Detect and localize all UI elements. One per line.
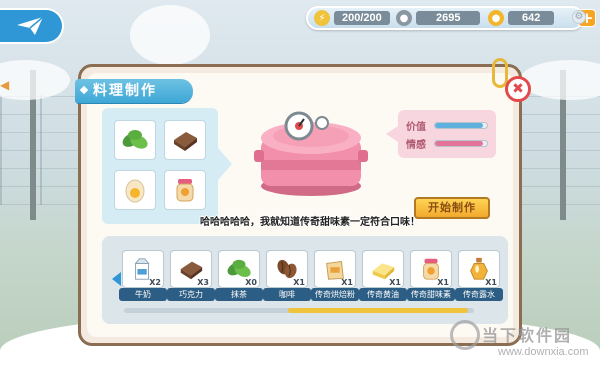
stamina-resource: ⚡ 200/200 [314, 10, 390, 26]
item-count: X3 [197, 278, 209, 287]
watermark-text: 当下软件园 [482, 326, 573, 345]
item-count: X1 [437, 278, 449, 287]
watermark: 当下软件园 www.downxia.com [448, 318, 598, 370]
watermark-logo-icon [450, 320, 480, 350]
matcha-leaves-icon [122, 130, 148, 149]
inventory-item[interactable]: X1 传奇烘焙粉 [311, 250, 359, 301]
silver-value: 2695 [416, 11, 481, 25]
egg-icon [125, 179, 145, 203]
stat-fill [435, 140, 483, 146]
dialog-text: 哈哈哈哈哈，我就知道传奇甜味素一定符合口味！ [200, 217, 420, 228]
inventory-card[interactable]: X1 [266, 250, 308, 288]
inventory-card[interactable]: X1 [314, 250, 356, 288]
inventory-scroll-thumb[interactable] [288, 308, 468, 313]
item-label: 抹茶 [215, 288, 263, 301]
gear-icon[interactable]: ⚙ [572, 10, 586, 24]
background-cloud [520, 60, 600, 100]
ingredient-slots [102, 108, 218, 224]
gold-value: 642 [508, 11, 555, 25]
silver-resource: ● 2695 [396, 10, 481, 26]
item-count: X1 [389, 278, 401, 287]
inventory-item[interactable]: X1 传奇黄油 [359, 250, 407, 301]
left-side-arrow[interactable]: ◀ [0, 78, 9, 92]
item-count: X1 [341, 278, 353, 287]
ingredient-slot[interactable] [114, 170, 156, 210]
stats-arrow [386, 126, 398, 142]
slot-arrow [218, 148, 232, 180]
chocolate-icon [174, 132, 197, 151]
stat-bar [434, 139, 488, 147]
inventory-card[interactable]: X1 [458, 250, 500, 288]
item-label: 牛奶 [119, 288, 167, 301]
stat-bar [434, 121, 488, 129]
cooking-pot [252, 106, 370, 198]
gold-coin-icon: ● [488, 10, 504, 26]
inventory-item[interactable]: X3 巧克力 [167, 250, 215, 301]
inventory-item[interactable]: X1 传奇甜味素 [407, 250, 455, 301]
watermark-url: www.downxia.com [498, 346, 589, 358]
inventory-item[interactable]: X0 抹茶 [215, 250, 263, 301]
inventory-card[interactable]: X1 [410, 250, 452, 288]
stat-row-emotion: 情感 [406, 136, 488, 151]
dish-stats: 价值 情感 [398, 110, 496, 158]
inventory-prev-button[interactable] [112, 272, 121, 286]
silver-coin-icon: ● [396, 10, 412, 26]
inventory-card[interactable]: X3 [170, 250, 212, 288]
inventory-card[interactable]: X0 [218, 250, 260, 288]
lightning-icon: ⚡ [314, 10, 330, 26]
item-count: X2 [149, 278, 161, 287]
cooking-pot-icon [254, 111, 368, 196]
item-label: 传奇露水 [455, 288, 503, 301]
inventory-card[interactable]: X1 [362, 250, 404, 288]
back-button[interactable] [0, 8, 64, 44]
start-cooking-button[interactable]: 开始制作 [414, 197, 490, 219]
inventory-item[interactable]: X1 传奇露水 [455, 250, 503, 301]
close-button[interactable]: ✖ [505, 76, 531, 102]
inventory-scrollbar[interactable] [124, 308, 474, 313]
resource-bar: ⚡ 200/200 ● 2695 ● 642 + [306, 6, 596, 30]
item-count: X0 [245, 278, 257, 287]
paper-plane-icon [17, 16, 44, 35]
item-count: X1 [485, 278, 497, 287]
stamina-value: 200/200 [334, 11, 390, 25]
ingredient-slot[interactable] [164, 120, 206, 160]
item-count: X1 [293, 278, 305, 287]
background-cloud [0, 60, 70, 100]
stat-label: 情感 [406, 139, 426, 151]
background-cloud [130, 5, 210, 65]
item-label: 传奇甜味素 [407, 288, 455, 301]
stat-label: 价值 [406, 121, 426, 133]
stat-fill [435, 122, 483, 128]
honey-jar-icon [176, 179, 194, 202]
item-label: 传奇烘焙粉 [311, 288, 359, 301]
gold-resource: ● 642 [488, 10, 555, 26]
item-label: 咖啡 [263, 288, 311, 301]
stat-row-value: 价值 [406, 118, 488, 133]
panel-title: 料理制作 [75, 79, 193, 103]
ingredient-slot[interactable] [114, 120, 156, 160]
ingredient-slot[interactable] [164, 170, 206, 210]
inventory-card[interactable]: X2 [122, 250, 164, 288]
item-label: 巧克力 [167, 288, 215, 301]
inventory-item[interactable]: X2 牛奶 [119, 250, 167, 301]
item-label: 传奇黄油 [359, 288, 407, 301]
inventory-item[interactable]: X1 咖啡 [263, 250, 311, 301]
